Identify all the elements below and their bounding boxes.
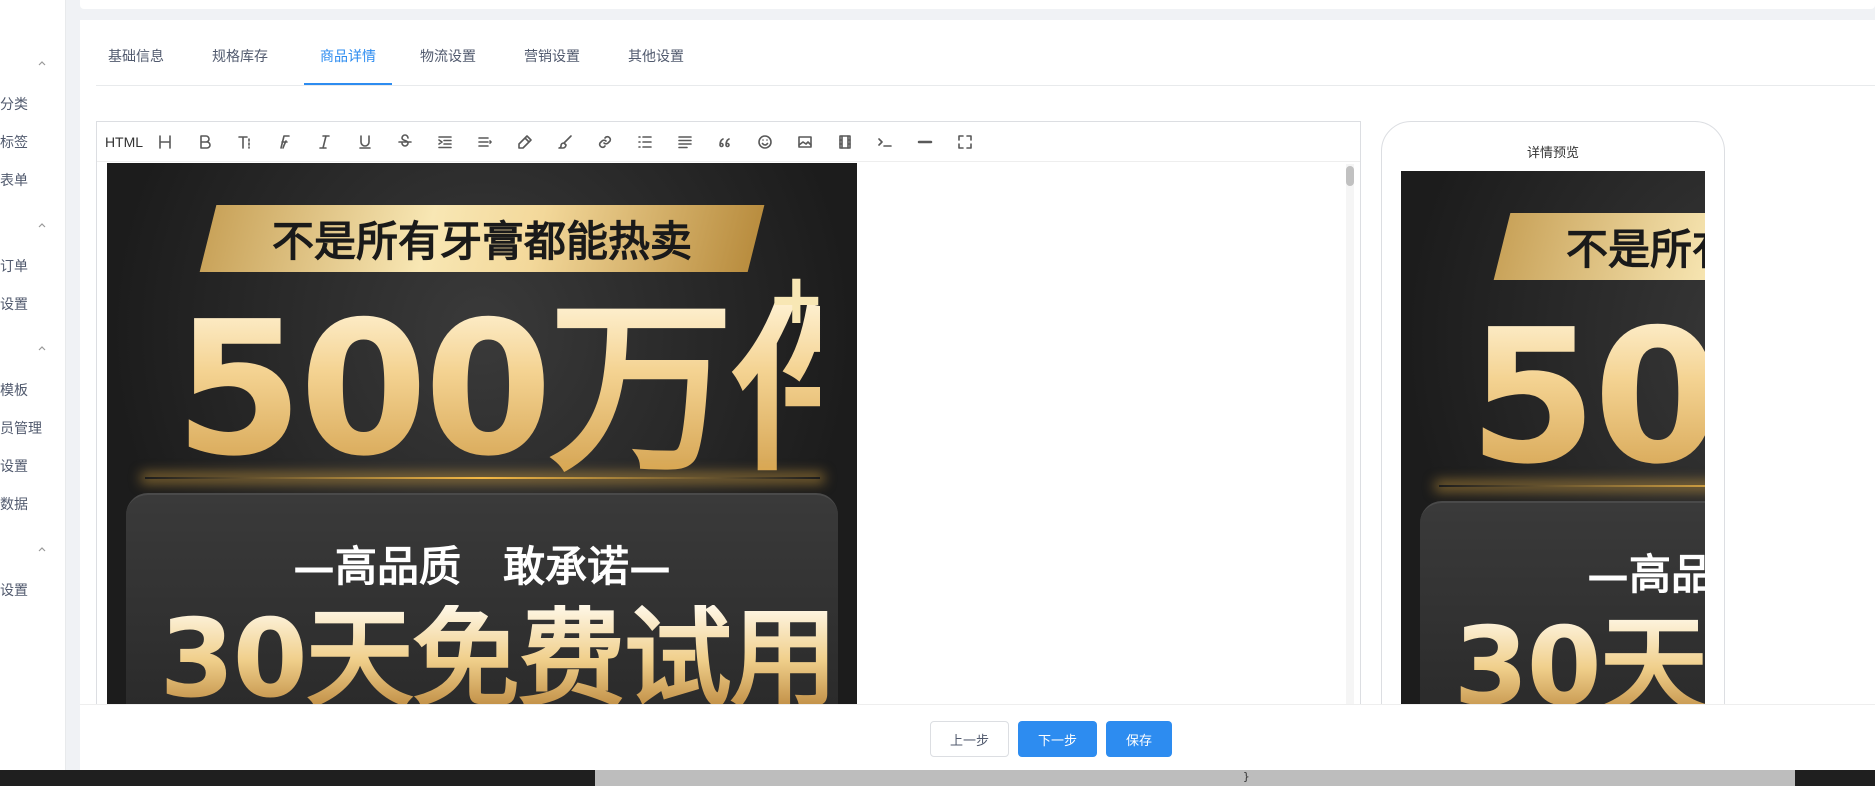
list-icon[interactable] — [625, 122, 665, 162]
chevron-up-icon[interactable] — [37, 544, 47, 554]
line-height-icon[interactable] — [465, 122, 505, 162]
sidebar-item[interactable]: 标签 — [0, 132, 28, 152]
tab-spec-stock[interactable]: 规格库存 — [206, 36, 274, 85]
heading-icon[interactable] — [145, 122, 185, 162]
footer-panel — [595, 770, 1795, 786]
tab-basic-info[interactable]: 基础信息 — [102, 36, 170, 85]
chevron-up-icon[interactable] — [37, 58, 47, 68]
divider-icon[interactable] — [905, 122, 945, 162]
poster-subtitle: —高品质 敢承诺— — [292, 541, 671, 591]
poster-subtitle: —高品质 敢承诺— — [1586, 549, 1705, 599]
footer-text: } — [1243, 770, 1250, 783]
justify-icon[interactable] — [665, 122, 705, 162]
sidebar: 分类 标签 表单 订单 设置 模板 员管理 设置 数据 设置 — [0, 0, 66, 770]
sidebar-item[interactable]: 模板 — [0, 380, 28, 400]
top-card — [80, 0, 1875, 9]
font-color-icon[interactable] — [505, 122, 545, 162]
editor-toolbar: HTML — [97, 122, 1360, 162]
font-size-icon[interactable] — [225, 122, 265, 162]
poster-banner-text: 不是所有牙膏都能热卖 — [1565, 225, 1705, 275]
poster-headline: 500万件 — [1469, 305, 1706, 490]
save-button[interactable]: 保存 — [1106, 721, 1172, 757]
poster-banner-text: 不是所有牙膏都能热卖 — [271, 217, 692, 267]
italic-icon[interactable] — [305, 122, 345, 162]
sidebar-item[interactable]: 设置 — [0, 456, 28, 476]
rich-text-editor[interactable]: HTML 不是所有牙膏都能热卖 500万件 + —高品质 敢承诺— 30天免费试… — [96, 121, 1361, 711]
sidebar-item[interactable]: 订单 — [0, 256, 28, 276]
background-color-icon[interactable] — [545, 122, 585, 162]
poster-glow — [144, 476, 820, 479]
tab-marketing[interactable]: 营销设置 — [518, 36, 586, 85]
prev-step-button[interactable]: 上一步 — [930, 721, 1009, 757]
tab-product-details[interactable]: 商品详情 — [304, 36, 392, 85]
sidebar-item[interactable]: 分类 — [0, 94, 28, 114]
poster-plus: + — [767, 258, 826, 341]
video-icon[interactable] — [825, 122, 865, 162]
sidebar-item[interactable]: 设置 — [0, 580, 28, 600]
next-step-button[interactable]: 下一步 — [1018, 721, 1097, 757]
underline-icon[interactable] — [345, 122, 385, 162]
detail-preview-phone: 详情预览 不是所有牙膏都能热卖 500万件 + —高品质 敢承诺— 30天免费试… — [1381, 121, 1725, 786]
sidebar-item[interactable]: 表单 — [0, 170, 28, 190]
chevron-up-icon[interactable] — [37, 220, 47, 230]
preview-image: 不是所有牙膏都能热卖 500万件 + —高品质 敢承诺— 30天免费试用 — [1401, 171, 1705, 731]
html-mode-button[interactable]: HTML — [105, 122, 143, 162]
fullscreen-icon[interactable] — [945, 122, 985, 162]
product-detail-image[interactable]: 不是所有牙膏都能热卖 500万件 + —高品质 敢承诺— 30天免费试用 — [107, 163, 858, 710]
sidebar-item[interactable]: 员管理 — [0, 418, 42, 438]
sidebar-item[interactable]: 设置 — [0, 294, 28, 314]
poster-headline: 500万件 — [174, 281, 858, 498]
tab-bar: 基础信息 规格库存 商品详情 物流设置 营销设置 其他设置 — [96, 36, 1875, 86]
chevron-up-icon[interactable] — [37, 343, 47, 353]
sidebar-item[interactable]: 数据 — [0, 494, 28, 514]
scrollbar-thumb[interactable] — [1346, 166, 1354, 186]
poster-glow — [1438, 484, 1705, 487]
link-icon[interactable] — [585, 122, 625, 162]
tab-logistics[interactable]: 物流设置 — [414, 36, 482, 85]
code-icon[interactable] — [865, 122, 905, 162]
bold-icon[interactable] — [185, 122, 225, 162]
strikethrough-icon[interactable] — [385, 122, 425, 162]
image-icon[interactable] — [785, 122, 825, 162]
tab-other[interactable]: 其他设置 — [622, 36, 690, 85]
indent-icon[interactable] — [425, 122, 465, 162]
quote-icon[interactable] — [705, 122, 745, 162]
preview-title: 详情预览 — [1526, 145, 1579, 160]
editor-scrollbar[interactable] — [1346, 164, 1354, 710]
font-family-icon[interactable] — [265, 122, 305, 162]
emoticon-icon[interactable] — [745, 122, 785, 162]
poster-trial: 30天免费试用 — [160, 605, 858, 710]
preview-frame[interactable]: 不是所有牙膏都能热卖 500万件 + —高品质 敢承诺— 30天免费试用 — [1401, 171, 1705, 771]
